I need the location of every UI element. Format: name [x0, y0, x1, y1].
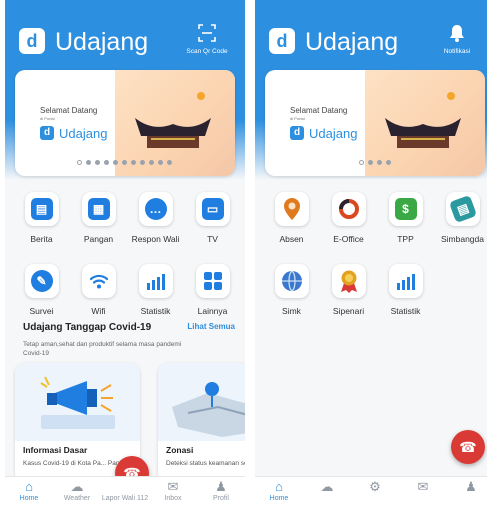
menu-item-statistik[interactable]: Statistik [377, 264, 434, 326]
menu-item-wifi[interactable]: Wifi [70, 264, 127, 326]
see-all-link[interactable]: Lihat Semua [187, 322, 235, 331]
rumah-gadang-illustration [135, 118, 211, 148]
covid-section-title: Udajang Tanggap Covid-19 [23, 322, 152, 333]
nav-weather[interactable]: ☁ Weather [53, 477, 101, 502]
menu-item-tv[interactable]: ▭ TV [184, 192, 241, 254]
map-illustration [158, 363, 245, 441]
medal-icon [340, 270, 357, 293]
nav-lapor-wali[interactable]: Lapor Wali 112 [101, 477, 149, 502]
wifi-icon [89, 274, 108, 289]
covid-section-description: Tetap aman,sehat dan produktif selama ma… [23, 341, 182, 357]
menu-item-tpp[interactable]: $ TPP [377, 192, 434, 254]
bottom-nav: ⌂ Home ☁ ⚙ ✉ ♟ [255, 476, 487, 506]
nav-profile[interactable]: ♟ [447, 477, 487, 494]
menu-grid: Absen E-Office $ TPP ▤ Simbangda Simk Si… [263, 192, 487, 326]
menu-item-respon-wali[interactable]: … Respon Wali [127, 192, 184, 254]
tv-icon: ▭ [201, 198, 224, 220]
nav-home[interactable]: ⌂ Home [5, 477, 53, 502]
calendar-icon: ▦ [87, 198, 110, 220]
bell-icon [427, 24, 487, 48]
notification-button[interactable]: Notifikasi [427, 24, 487, 55]
nav-home[interactable]: ⌂ Home [255, 477, 303, 502]
app-title: Udajang [55, 28, 149, 56]
nav-weather[interactable]: ☁ [303, 477, 351, 494]
menu-item-e-office[interactable]: E-Office [320, 192, 377, 254]
cloud-icon: ☁ [320, 479, 334, 494]
menu-item-pangan[interactable]: ▦ Pangan [70, 192, 127, 254]
globe-icon [281, 270, 302, 292]
chat-bubble-icon: … [144, 198, 167, 220]
nav-messages[interactable]: ✉ [399, 477, 447, 494]
scan-qr-button[interactable]: Scan Qr Code [177, 24, 237, 55]
menu-item-lainnya[interactable]: Lainnya [184, 264, 241, 326]
user-icon: ♟ [215, 479, 227, 494]
inbox-icon: ✉ [167, 479, 179, 494]
survey-icon: ✎ [30, 270, 53, 292]
bar-chart-icon [146, 274, 165, 290]
nav-profil[interactable]: ♟ Profil [197, 477, 245, 502]
document-icon: ▤ [448, 194, 477, 224]
nav-settings[interactable]: ⚙ [351, 477, 399, 494]
menu-item-statistik[interactable]: Statistik [127, 264, 184, 326]
megaphone-illustration [15, 363, 140, 441]
carousel-indicator[interactable] [359, 160, 391, 166]
bottom-nav: ⌂ Home ☁ Weather Lapor Wali 112 ✉ Inbox … [5, 476, 245, 506]
location-pin-icon [283, 198, 300, 220]
menu-grid: ▤ Berita ▦ Pangan … Respon Wali ▭ TV ✎ S… [13, 192, 241, 326]
nav-inbox[interactable]: ✉ Inbox [149, 477, 197, 502]
menu-item-sipenari[interactable]: Sipenari [320, 264, 377, 326]
phone-icon: ☎ [459, 438, 477, 455]
money-icon: $ [394, 198, 417, 220]
rumah-gadang-illustration [385, 118, 461, 148]
user-icon: ♟ [465, 479, 477, 494]
bar-chart-icon [396, 274, 415, 290]
app-logo: d [269, 28, 295, 54]
carousel-indicator[interactable] [77, 160, 172, 166]
emergency-call-button[interactable]: ☎ [451, 430, 485, 464]
home-icon: ⌂ [25, 479, 33, 494]
cloud-icon: ☁ [70, 479, 84, 494]
grid-icon [203, 272, 222, 290]
menu-item-simbangda[interactable]: ▤ Simbangda [434, 192, 487, 254]
menu-item-simk[interactable]: Simk [263, 264, 320, 326]
newspaper-icon: ▤ [30, 198, 53, 220]
app-title: Udajang [305, 28, 399, 56]
screen-employee-home: d Udajang Notifikasi Selamat Datang di P… [255, 0, 487, 506]
screen-home: d Udajang Scan Qr Code Selamat Datang di… [5, 0, 245, 506]
gear-icon: ⚙ [369, 479, 381, 494]
home-icon: ⌂ [275, 479, 283, 494]
chat-icon: ✉ [417, 479, 429, 494]
report-icon [123, 479, 127, 494]
menu-item-survei[interactable]: ✎ Survei [13, 264, 70, 326]
qr-scan-icon [177, 24, 237, 48]
app-logo: d [19, 28, 45, 54]
covid-card-zonasi[interactable]: Zonasi Deteksi status keamanan sekitarmu [158, 363, 245, 483]
menu-item-berita[interactable]: ▤ Berita [13, 192, 70, 254]
menu-item-absen[interactable]: Absen [263, 192, 320, 254]
ring-icon [338, 199, 359, 219]
